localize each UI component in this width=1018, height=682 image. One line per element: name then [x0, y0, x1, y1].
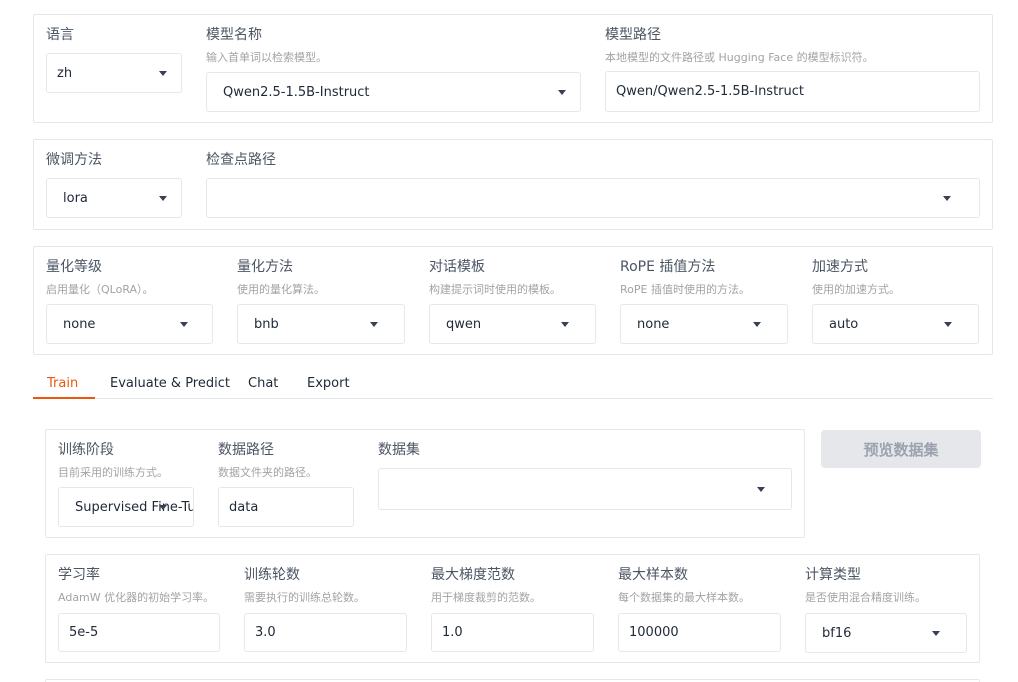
stage-hint: 目前采用的训练方式。	[58, 466, 168, 479]
quant-bit-label: 量化等级	[46, 259, 102, 275]
chevron-down-icon	[159, 196, 167, 201]
finetune-method-select[interactable]: lora	[46, 178, 182, 218]
compute-type-hint: 是否使用混合精度训练。	[805, 591, 926, 604]
model-name-hint: 输入首单词以检索模型。	[206, 51, 327, 64]
quant-bit-select[interactable]: none	[46, 304, 213, 344]
model-name-value: Qwen2.5-1.5B-Instruct	[223, 84, 370, 100]
booster-label: 加速方式	[812, 259, 868, 275]
stage-select[interactable]: Supervised Fine-Tuning	[58, 487, 194, 527]
finetune-method-label: 微调方法	[46, 152, 102, 168]
lang-label: 语言	[46, 27, 74, 43]
model-name-label: 模型名称	[206, 27, 262, 43]
chevron-down-icon	[932, 631, 940, 636]
template-label: 对话模板	[429, 259, 485, 275]
chevron-down-icon	[757, 487, 765, 492]
lr-hint: AdamW 优化器的初始学习率。	[58, 591, 215, 604]
booster-value: auto	[829, 316, 859, 332]
max-samples-input[interactable]: 100000	[618, 613, 781, 652]
tab-export[interactable]: Export	[293, 370, 364, 399]
quant-method-select[interactable]: bnb	[237, 304, 405, 344]
quant-method-label: 量化方法	[237, 259, 293, 275]
lr-input[interactable]: 5e-5	[58, 613, 220, 652]
chevron-down-icon	[180, 322, 188, 327]
lr-value: 5e-5	[69, 625, 99, 640]
epochs-label: 训练轮数	[244, 567, 300, 583]
rope-value: none	[637, 316, 670, 332]
max-samples-value: 100000	[629, 625, 679, 640]
max-grad-norm-label: 最大梯度范数	[431, 567, 515, 583]
booster-select[interactable]: auto	[812, 304, 979, 344]
tab-evaluate-predict[interactable]: Evaluate & Predict	[96, 370, 244, 399]
model-path-label: 模型路径	[605, 27, 661, 43]
rope-label: RoPE 插值方法	[620, 259, 716, 275]
dataset-dir-input[interactable]: data	[218, 487, 354, 527]
max-grad-norm-input[interactable]: 1.0	[431, 613, 594, 652]
tab-train[interactable]: Train	[33, 370, 95, 399]
lang-select[interactable]: zh	[46, 53, 182, 93]
chevron-down-icon	[558, 90, 566, 95]
chevron-down-icon	[944, 322, 952, 327]
rope-select[interactable]: none	[620, 304, 788, 344]
checkpoint-label: 检查点路径	[206, 152, 276, 168]
dataset-label: 数据集	[378, 442, 420, 458]
tab-bar: Train Evaluate & Predict Chat Export	[33, 370, 993, 399]
quant-bit-hint: 启用量化（QLoRA）。	[46, 283, 154, 296]
dataset-dir-value: data	[229, 499, 259, 515]
chevron-down-icon	[561, 322, 569, 327]
preview-dataset-button[interactable]: 预览数据集	[821, 430, 981, 468]
quant-method-hint: 使用的量化算法。	[237, 283, 325, 296]
epochs-hint: 需要执行的训练总轮数。	[244, 591, 365, 604]
chevron-down-icon	[753, 322, 761, 327]
model-path-hint: 本地模型的文件路径或 Hugging Face 的模型标识符。	[605, 51, 874, 64]
stage-label: 训练阶段	[58, 442, 114, 458]
compute-type-value: bf16	[822, 625, 852, 641]
model-name-select[interactable]: Qwen2.5-1.5B-Instruct	[206, 72, 581, 112]
template-hint: 构建提示词时使用的模板。	[429, 283, 561, 296]
chevron-down-icon	[943, 196, 951, 201]
booster-hint: 使用的加速方式。	[812, 283, 900, 296]
compute-type-label: 计算类型	[805, 567, 861, 583]
rope-hint: RoPE 插值时使用的方法。	[620, 283, 750, 296]
template-select[interactable]: qwen	[429, 304, 596, 344]
epochs-value: 3.0	[255, 625, 276, 640]
dataset-select[interactable]	[378, 468, 792, 510]
epochs-input[interactable]: 3.0	[244, 613, 407, 652]
lr-label: 学习率	[58, 567, 100, 583]
max-samples-label: 最大样本数	[618, 567, 688, 583]
model-path-input[interactable]: Qwen/Qwen2.5-1.5B-Instruct	[605, 71, 980, 112]
checkpoint-select[interactable]	[206, 178, 980, 218]
dataset-dir-label: 数据路径	[218, 442, 274, 458]
template-value: qwen	[446, 316, 482, 332]
lang-value: zh	[57, 65, 73, 81]
dataset-dir-hint: 数据文件夹的路径。	[218, 466, 317, 479]
finetune-method-value: lora	[63, 190, 88, 206]
chevron-down-icon	[370, 322, 378, 327]
chevron-down-icon	[159, 71, 167, 76]
max-grad-norm-hint: 用于梯度裁剪的范数。	[431, 591, 541, 604]
quant-bit-value: none	[63, 316, 96, 332]
quant-method-value: bnb	[254, 316, 279, 332]
stage-value: Supervised Fine-Tuning	[75, 499, 193, 515]
compute-type-select[interactable]: bf16	[805, 613, 967, 653]
tab-chat[interactable]: Chat	[234, 370, 292, 399]
max-grad-norm-value: 1.0	[442, 625, 463, 640]
chevron-down-icon	[159, 505, 167, 510]
max-samples-hint: 每个数据集的最大样本数。	[618, 591, 750, 604]
model-path-value: Qwen/Qwen2.5-1.5B-Instruct	[616, 84, 805, 99]
